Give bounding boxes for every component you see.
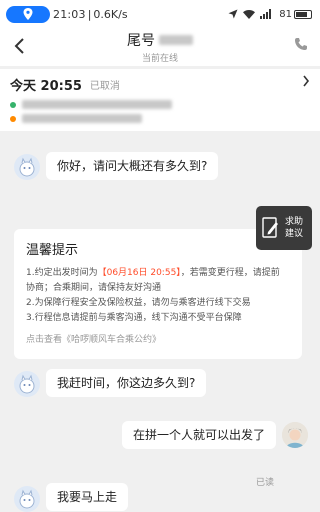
location-pill bbox=[6, 5, 50, 23]
driver-avatar[interactable] bbox=[14, 371, 40, 397]
tips-title: 温馨提示 bbox=[26, 243, 79, 258]
signal-icon bbox=[260, 9, 272, 19]
avatar-icon bbox=[19, 157, 35, 177]
avatar-icon bbox=[19, 489, 35, 509]
chat-area[interactable]: 你好，请问大概还有多久到? 温馨提示 1.约定出发时间为【06月16日 20:5… bbox=[0, 131, 320, 512]
gps-icon bbox=[228, 9, 238, 19]
order-status: 已取消 bbox=[89, 81, 120, 92]
order-date: 今天 20:55 bbox=[10, 79, 82, 94]
route-start bbox=[10, 100, 310, 109]
status-bar: 21:03 | 0.6K/s 81 bbox=[0, 0, 320, 28]
help-feedback-button[interactable]: 求助 建议 bbox=[256, 206, 312, 250]
message-bubble: 我赶时间，你这边多久到? bbox=[46, 369, 207, 397]
status-time: 21:03 bbox=[53, 7, 86, 21]
driver-avatar[interactable] bbox=[14, 154, 40, 180]
chevron-right-icon bbox=[303, 75, 310, 87]
help-label-2: 建议 bbox=[285, 229, 304, 239]
tips-item-3: 3.行程信息请提前与乘客沟通，线下沟通不受平台保障 bbox=[26, 313, 242, 323]
avatar-photo-icon bbox=[282, 422, 308, 448]
status-separator: | bbox=[87, 7, 92, 21]
back-button[interactable] bbox=[6, 32, 32, 60]
tips-item-2: 2.为保障行程安全及保险权益，请勿与乘客进行线下交易 bbox=[26, 298, 251, 308]
tips-item-1-suffix: ，若需变更行程，请提前 bbox=[180, 268, 280, 278]
battery-icon bbox=[294, 9, 312, 19]
call-button[interactable] bbox=[294, 36, 308, 55]
network-speed: 0.6K/s bbox=[93, 7, 128, 21]
message-bubble: 我要马上走 bbox=[46, 483, 129, 511]
help-label-1: 求助 bbox=[285, 217, 304, 227]
message-bubble: 你好，请问大概还有多久到? bbox=[46, 152, 219, 180]
order-card[interactable]: 今天 20:55 已取消 bbox=[0, 69, 320, 131]
tips-item-1-time: 【06月16日 20:55】 bbox=[97, 268, 181, 278]
wifi-icon bbox=[243, 10, 256, 19]
start-dot bbox=[10, 101, 16, 108]
read-receipt: 已读 bbox=[256, 478, 275, 488]
convention-link[interactable]: 点击查看《哈啰顺风车合乘公约》 bbox=[26, 332, 290, 345]
driver-avatar[interactable] bbox=[14, 486, 40, 512]
status-icons: 81 bbox=[228, 9, 312, 20]
message-bubble-self: 在拼一个人就可以出发了 bbox=[122, 421, 277, 449]
phone-icon bbox=[295, 38, 307, 50]
tips-item-1-line2: 协商；合乘期间，请保持友好沟通 bbox=[26, 283, 162, 293]
contact-title: 尾号 bbox=[0, 28, 320, 50]
chat-header: 尾号 当前在线 bbox=[0, 28, 320, 66]
location-icon bbox=[23, 8, 33, 20]
contact-title-prefix: 尾号 bbox=[127, 33, 155, 49]
end-dot bbox=[10, 115, 16, 122]
battery-level: 81 bbox=[279, 8, 292, 20]
battery-indicator: 81 bbox=[279, 9, 312, 20]
avatar-icon bbox=[19, 374, 35, 394]
redacted-end-address bbox=[22, 114, 142, 123]
chevron-left-icon bbox=[14, 38, 24, 54]
redacted-phone bbox=[159, 35, 193, 45]
redacted-start-address bbox=[22, 100, 172, 109]
tips-item-1: 1.约定出发时间为【06月16日 20:55】，若需变更行程，请提前 bbox=[26, 266, 290, 281]
tips-item-1-prefix: 1.约定出发时间为 bbox=[26, 268, 98, 278]
my-avatar[interactable] bbox=[282, 422, 308, 448]
pencil-note-icon bbox=[262, 217, 278, 238]
online-status: 当前在线 bbox=[141, 54, 178, 64]
route-end bbox=[10, 114, 310, 123]
